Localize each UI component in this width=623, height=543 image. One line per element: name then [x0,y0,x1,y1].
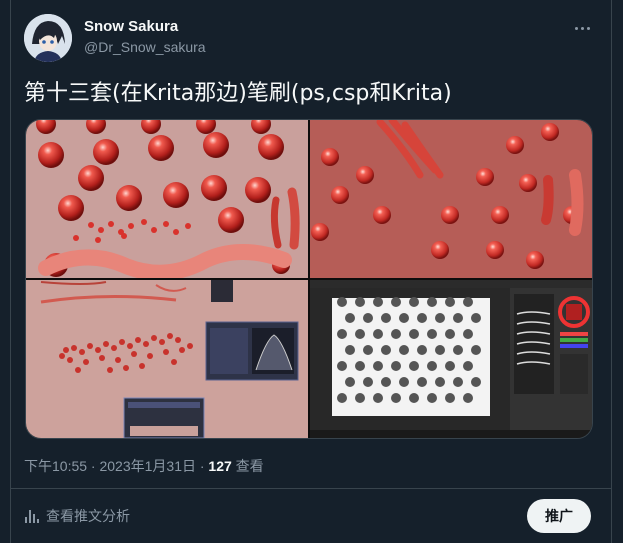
author-handle[interactable]: @Dr_Snow_sakura [84,39,206,55]
tweet-timestamp[interactable]: 下午10:55 · 2023年1月31日 · [24,458,208,474]
view-count: 127 [208,458,232,474]
tweet-text: 第十三套(在Krita那边)笔刷(ps,csp和Krita) [24,81,452,106]
tweet-meta: 下午10:55 · 2023年1月31日 · 127 查看 [24,456,264,476]
media-image-2[interactable] [310,120,592,278]
media-image-3[interactable] [26,280,308,438]
promote-button[interactable]: 推广 [527,499,591,533]
media-grid [25,119,593,439]
analytics-label: 查看推文分析 [46,509,130,525]
view-analytics-link[interactable]: 查看推文分析 [24,506,130,526]
author-name[interactable]: Snow Sakura [84,18,178,35]
avatar[interactable] [24,14,72,62]
bar-chart-icon [25,510,39,523]
more-icon[interactable] [570,18,594,38]
divider [10,488,611,489]
media-image-1[interactable] [26,120,308,278]
media-image-4[interactable] [310,280,592,438]
view-label: 查看 [231,458,264,474]
